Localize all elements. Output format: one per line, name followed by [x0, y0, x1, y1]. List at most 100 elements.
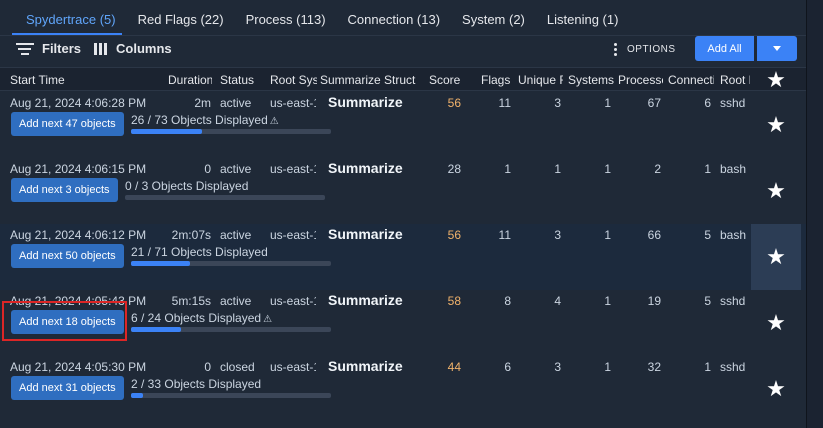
flags: 1	[504, 162, 511, 176]
tab-bar: Spydertrace (5) Red Flags (22) Process (…	[12, 10, 626, 34]
chevron-down-icon	[773, 46, 781, 51]
summarize-link[interactable]: Summarize	[328, 226, 403, 242]
tab-spydertrace[interactable]: Spydertrace (5)	[12, 10, 124, 34]
col-duration[interactable]: Duration	[168, 73, 212, 87]
star-button[interactable]: ★	[751, 356, 801, 422]
table-header: Start Time Duration Status Root System S…	[0, 67, 806, 91]
star-icon: ★	[766, 178, 786, 203]
table-row[interactable]: Aug 21, 2024 4:06:12 PM 2m:07s active us…	[0, 224, 806, 290]
systems: 1	[604, 96, 611, 110]
root-system: us-east-1	[270, 162, 316, 176]
flags: 8	[504, 294, 511, 308]
toolbar: Filters Columns OPTIONS	[0, 36, 806, 66]
start-time: Aug 21, 2024 4:06:15 PM	[10, 162, 147, 176]
root-process: bash	[720, 162, 747, 176]
star-button[interactable]: ★	[751, 290, 801, 356]
col-root-process[interactable]: Root Process	[720, 73, 750, 87]
connections: 5	[704, 294, 711, 308]
col-start-time[interactable]: Start Time	[10, 73, 160, 87]
filters-button[interactable]: Filters	[16, 41, 81, 56]
objects-progress-fill	[131, 327, 181, 332]
objects-progress-fill	[131, 129, 203, 134]
tab-red-flags[interactable]: Red Flags (22)	[124, 10, 232, 34]
tab-connection[interactable]: Connection (13)	[334, 10, 449, 34]
processes: 66	[647, 228, 661, 242]
score: 44	[447, 360, 461, 374]
tab-listening[interactable]: Listening (1)	[533, 10, 627, 34]
status: active	[220, 294, 252, 308]
objects-progress-fill	[131, 261, 191, 266]
star-button[interactable]: ★	[751, 224, 801, 290]
root-process: sshd	[720, 360, 746, 374]
col-status[interactable]: Status	[220, 73, 265, 87]
options-label: OPTIONS	[627, 43, 676, 55]
star-icon: ★	[766, 67, 786, 92]
col-score[interactable]: Score	[429, 73, 463, 87]
objects-displayed-text: 6 / 24 Objects Displayed	[131, 311, 262, 325]
processes: 32	[647, 360, 661, 374]
highlight-annotation	[2, 301, 127, 341]
objects-displayed-text: 2 / 33 Objects Displayed	[131, 377, 262, 391]
spydertrace-panel: Spydertrace (5) Red Flags (22) Process (…	[0, 0, 823, 428]
score: 28	[447, 162, 461, 176]
objects-displayed: 6 / 24 Objects Displayed ⚠	[131, 311, 272, 325]
table-row[interactable]: Aug 21, 2024 4:06:28 PM 2m active us-eas…	[0, 92, 806, 158]
add-next-objects-button[interactable]: Add next 47 objects	[11, 112, 124, 136]
unique-flags: 3	[554, 228, 561, 242]
col-flags[interactable]: Flags	[481, 73, 514, 87]
summarize-link[interactable]: Summarize	[328, 358, 403, 374]
more-vertical-icon	[613, 43, 617, 56]
root-system: us-east-1	[270, 228, 316, 242]
columns-icon	[94, 42, 108, 55]
col-root-system[interactable]: Root System	[270, 73, 317, 87]
add-next-objects-button[interactable]: Add next 50 objects	[11, 244, 124, 268]
summarize-link[interactable]: Summarize	[328, 292, 403, 308]
star-icon: ★	[766, 376, 786, 401]
col-summarize[interactable]: Summarize Structure	[320, 73, 416, 87]
objects-progress-fill	[131, 393, 143, 398]
root-system: us-east-1	[270, 294, 316, 308]
star-button[interactable]: ★	[751, 92, 801, 158]
objects-progress	[131, 129, 331, 134]
objects-progress	[131, 393, 331, 398]
summarize-link[interactable]: Summarize	[328, 160, 403, 176]
star-icon: ★	[766, 244, 786, 269]
objects-displayed: 0 / 3 Objects Displayed	[125, 179, 248, 193]
table-row[interactable]: Aug 21, 2024 4:06:15 PM 0 active us-east…	[0, 158, 806, 224]
systems: 1	[604, 360, 611, 374]
status: active	[220, 228, 252, 242]
objects-displayed-text: 26 / 73 Objects Displayed	[131, 113, 268, 127]
star-button[interactable]: ★	[751, 158, 801, 224]
processes: 19	[647, 294, 661, 308]
scrollbar-track[interactable]	[806, 0, 823, 428]
tab-process[interactable]: Process (113)	[232, 10, 334, 34]
filter-icon	[16, 42, 34, 56]
score: 56	[447, 228, 461, 242]
columns-button[interactable]: Columns	[94, 41, 172, 56]
col-systems[interactable]: Systems	[568, 73, 614, 87]
root-process: sshd	[720, 294, 746, 308]
flags: 11	[498, 228, 511, 242]
table-row[interactable]: Aug 21, 2024 4:05:30 PM 0 closed us-east…	[0, 356, 806, 422]
col-connections[interactable]: Connections	[668, 73, 714, 87]
filters-label: Filters	[42, 41, 82, 56]
col-star[interactable]: ★	[751, 68, 801, 92]
col-unique-flags[interactable]: Unique Flags	[518, 73, 563, 87]
duration: 2m	[194, 96, 211, 110]
status: active	[220, 162, 252, 176]
add-all-button[interactable]: Add All	[695, 36, 754, 61]
unique-flags: 1	[554, 162, 561, 176]
duration: 2m:07s	[171, 228, 211, 242]
add-all-dropdown-button[interactable]	[757, 36, 797, 61]
score: 56	[447, 96, 461, 110]
unique-flags: 4	[554, 294, 561, 308]
root-process: sshd	[720, 96, 746, 110]
add-next-objects-button[interactable]: Add next 31 objects	[11, 376, 124, 400]
options-button[interactable]: OPTIONS	[613, 43, 676, 56]
add-next-objects-button[interactable]: Add next 3 objects	[11, 178, 118, 202]
connections: 1	[704, 360, 711, 374]
col-processes[interactable]: Processes	[618, 73, 663, 87]
tab-system[interactable]: System (2)	[448, 10, 533, 34]
warning-icon: ⚠	[269, 116, 279, 127]
summarize-link[interactable]: Summarize	[328, 94, 403, 110]
